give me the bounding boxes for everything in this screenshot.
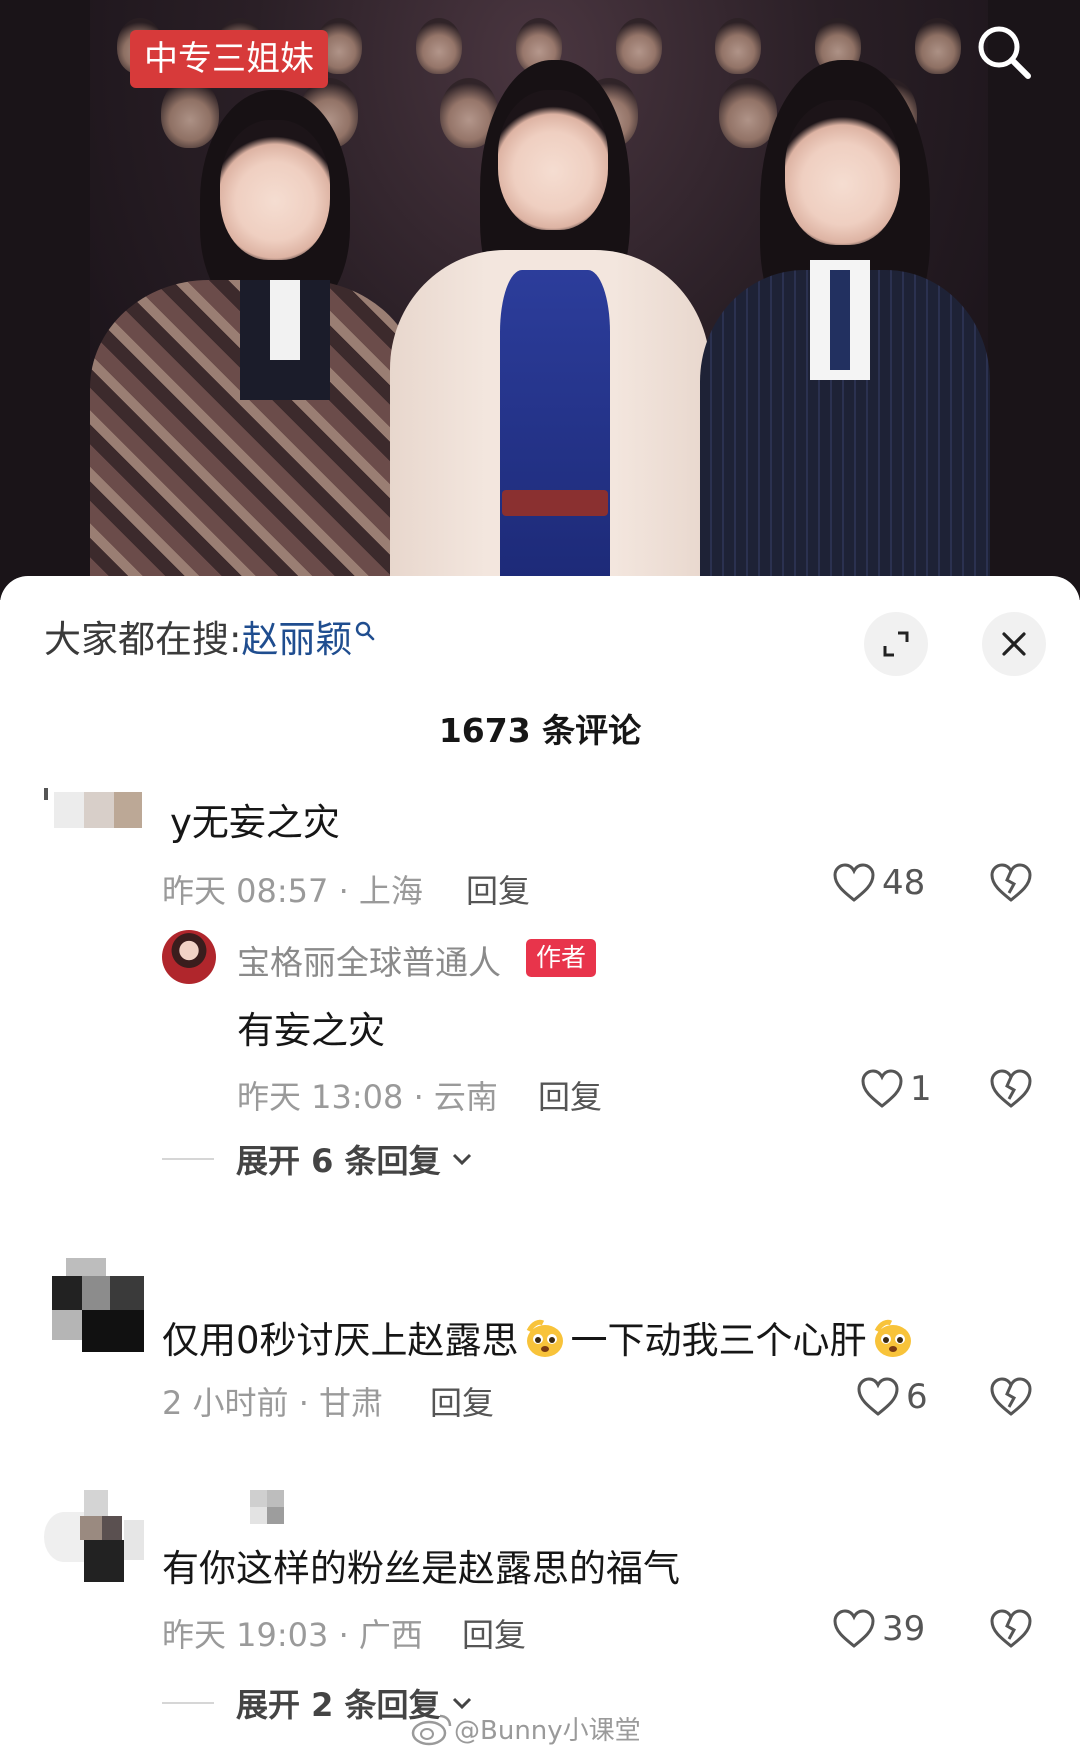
avatar[interactable] — [44, 1490, 144, 1582]
expand-divider — [162, 1158, 214, 1160]
search-small-icon — [356, 621, 375, 641]
person-center — [390, 60, 710, 580]
avatar[interactable] — [44, 788, 144, 828]
dislike-button[interactable] — [988, 1066, 1034, 1112]
heart-icon — [857, 1377, 899, 1416]
expand-replies-button[interactable]: 展开 6 条回复 — [162, 1136, 475, 1182]
like-count: 1 — [910, 1069, 932, 1109]
comment-meta: 2 小时前 · 甘肃 — [162, 1384, 384, 1422]
search-icon — [978, 26, 1031, 79]
reply-username[interactable]: 宝格丽全球普通人 — [237, 936, 501, 984]
comment-count: 1673 条评论 — [438, 711, 642, 750]
watermark: @Bunny小课堂 — [410, 1710, 641, 1747]
comment-text-part: 一下动我三个心肝 — [570, 1319, 867, 1362]
weibo-logo-icon — [411, 1714, 452, 1745]
pleading-face-emoji — [874, 1319, 911, 1357]
like-count: 48 — [882, 863, 926, 903]
comment-text: y无妄之灾 — [170, 801, 340, 844]
comment-text: 有你这样的粉丝是赵露思的福气 — [162, 1547, 680, 1590]
like-button[interactable]: 39 — [832, 1604, 925, 1654]
search-button[interactable] — [972, 20, 1036, 84]
comment-text: 仅用0秒讨厌上赵露思 一下动我三个心肝 — [162, 1310, 919, 1364]
broken-heart-icon — [990, 1377, 1032, 1416]
person-right — [690, 60, 990, 580]
dislike-button[interactable] — [988, 1606, 1034, 1652]
comment-meta: 昨天 08:57 · 上海 — [162, 872, 423, 910]
video-tag-label: 中专三姐妹 — [130, 30, 328, 88]
broken-heart-icon — [990, 863, 1032, 902]
username-redacted — [250, 1490, 284, 1524]
reply-button[interactable]: 回复 — [462, 1610, 526, 1656]
expand-divider — [162, 1702, 214, 1704]
comment-sheet: 大家都在搜:赵丽颖 1673 条评论 y无妄之灾 昨天 08:57 · 上海 回… — [0, 576, 1080, 1760]
chevron-down-icon — [452, 1153, 471, 1166]
comment-text-part: 仅用0秒讨厌上赵露思 — [162, 1319, 519, 1362]
reply-button[interactable]: 回复 — [466, 866, 530, 912]
reply-button[interactable]: 回复 — [430, 1378, 494, 1424]
avatar[interactable] — [52, 1258, 144, 1352]
heart-icon — [861, 1069, 903, 1108]
like-count: 39 — [882, 1609, 926, 1649]
expand-sheet-button[interactable] — [864, 612, 928, 676]
like-button[interactable]: 1 — [860, 1064, 932, 1114]
reply-meta: 昨天 13:08 · 云南 — [237, 1078, 498, 1116]
close-icon — [1002, 632, 1026, 656]
pleading-face-emoji — [526, 1319, 563, 1357]
dislike-button[interactable] — [988, 860, 1034, 906]
comment-meta: 昨天 19:03 · 广西 — [162, 1616, 423, 1654]
video-player[interactable]: 中专三姐妹 — [0, 0, 1080, 600]
broken-heart-icon — [990, 1609, 1032, 1648]
trending-search-hint[interactable]: 大家都在搜:赵丽颖 — [44, 616, 376, 664]
expand-replies-label: 展开 6 条回复 — [236, 1142, 441, 1180]
reply-text: 有妄之灾 — [237, 1009, 385, 1052]
trending-search-keyword[interactable]: 赵丽颖 — [241, 618, 352, 661]
like-button[interactable]: 6 — [856, 1372, 928, 1422]
close-sheet-button[interactable] — [982, 612, 1046, 676]
person-left — [90, 80, 420, 580]
author-badge: 作者 — [526, 939, 597, 977]
reply-button[interactable]: 回复 — [538, 1072, 602, 1118]
like-button[interactable]: 48 — [832, 858, 925, 908]
dislike-button[interactable] — [988, 1374, 1034, 1420]
expand-icon — [883, 631, 909, 657]
trending-search-prefix: 大家都在搜: — [44, 618, 242, 661]
broken-heart-icon — [990, 1069, 1032, 1108]
watermark-text: @Bunny小课堂 — [454, 1716, 641, 1746]
like-count: 6 — [906, 1377, 928, 1417]
heart-icon — [833, 863, 875, 902]
heart-icon — [833, 1609, 875, 1648]
avatar[interactable] — [162, 930, 216, 984]
